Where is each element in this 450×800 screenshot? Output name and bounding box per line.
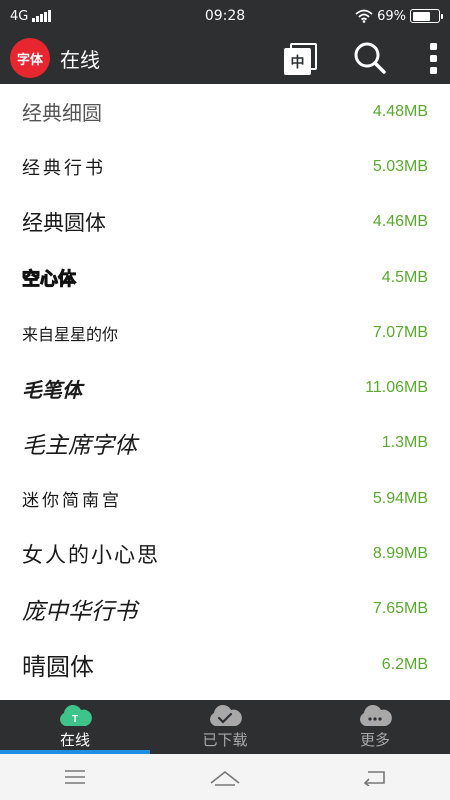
cloud-online-icon: T: [60, 704, 92, 726]
more-options-button[interactable]: [426, 40, 440, 76]
app-logo-text: 字体: [16, 52, 43, 68]
tab-downloaded[interactable]: 已下载: [150, 700, 300, 754]
font-file-size: 11.06MB: [365, 379, 428, 397]
font-name: 经典行书: [22, 157, 106, 179]
font-file-size: 6.2MB: [381, 655, 428, 673]
font-name: 迷你简南宫: [22, 491, 122, 512]
font-name: 来自星星的你: [22, 324, 119, 344]
font-row[interactable]: 经典圆体 4.46MB: [0, 195, 450, 250]
back-icon: [363, 771, 385, 786]
status-bar: 4G 09:28 69%: [0, 0, 450, 32]
more-dot-icon: [429, 54, 437, 62]
font-file-size: 7.07MB: [372, 323, 428, 341]
menu-icon: [65, 770, 85, 784]
app-bar: 字体 在线 中: [0, 32, 450, 84]
tab-label: 更多: [359, 730, 390, 749]
battery-percent: 69%: [377, 8, 406, 24]
signal-icon: [32, 10, 51, 22]
font-name: 经典细圆: [22, 101, 102, 126]
status-time: 09:28: [204, 8, 246, 24]
search-button[interactable]: [352, 40, 388, 76]
font-row[interactable]: 女人的小心思 8.99MB: [0, 526, 450, 581]
font-name: 经典圆体: [22, 211, 106, 236]
font-file-size: 4.46MB: [372, 213, 428, 231]
tab-label: 已下载: [202, 730, 248, 749]
font-file-size: 7.65MB: [372, 600, 428, 618]
menu-nav-button[interactable]: [55, 762, 95, 792]
font-row[interactable]: 迷你简南宫 5.94MB: [0, 471, 450, 526]
system-nav-bar: [0, 754, 450, 800]
wifi-icon: [355, 9, 373, 23]
font-name: 毛笔体: [22, 377, 82, 402]
font-file-size: 5.03MB: [372, 157, 428, 175]
font-name: 女人的小心思: [22, 543, 160, 568]
font-file-size: 4.5MB: [381, 268, 428, 286]
tab-more[interactable]: 更多: [300, 700, 450, 754]
language-toggle-button[interactable]: 中: [282, 40, 318, 76]
back-nav-button[interactable]: [355, 762, 395, 792]
home-icon: [210, 770, 240, 786]
font-name: 毛主席字体: [22, 433, 137, 460]
font-list: 经典细圆 4.48MB 经典行书 5.03MB 经典圆体 4.46MB 空心体 …: [0, 84, 450, 700]
font-file-size: 4.48MB: [372, 102, 428, 120]
font-row[interactable]: 晴圆体 6.2MB: [0, 637, 450, 692]
font-name: 晴圆体: [22, 653, 94, 682]
font-row[interactable]: 空心体 4.5MB: [0, 250, 450, 305]
cloud-more-icon: [360, 704, 392, 726]
search-icon: [354, 42, 386, 74]
battery-icon: [410, 9, 443, 23]
font-name: 空心体: [22, 268, 77, 290]
font-row[interactable]: 毛主席字体 1.3MB: [0, 416, 450, 471]
network-label: 4G: [10, 8, 29, 24]
page-title: 在线: [60, 47, 100, 72]
font-file-size: 8.99MB: [372, 545, 428, 563]
font-file-size: 5.94MB: [372, 489, 428, 507]
font-row[interactable]: 来自星星的你 7.07MB: [0, 305, 450, 360]
tab-label: 在线: [59, 730, 90, 749]
font-name: 庞中华行书: [22, 599, 137, 626]
home-nav-button[interactable]: [205, 762, 245, 792]
font-row[interactable]: 经典细圆 4.48MB: [0, 84, 450, 139]
font-row[interactable]: 毛笔体 11.06MB: [0, 360, 450, 415]
more-dot-icon: [429, 66, 437, 74]
font-row[interactable]: 庞中华行书 7.65MB: [0, 582, 450, 637]
cloud-check-icon: [210, 704, 242, 726]
svg-text:T: T: [72, 714, 78, 725]
app-logo: 字体: [10, 38, 50, 78]
tab-online[interactable]: T 在线: [0, 700, 150, 754]
font-row[interactable]: 经典行书 5.03MB: [0, 139, 450, 194]
bottom-tab-bar: T 在线 已下载 更多: [0, 700, 450, 754]
font-file-size: 1.3MB: [381, 434, 428, 452]
more-dot-icon: [429, 42, 437, 50]
language-label: 中: [284, 48, 311, 75]
